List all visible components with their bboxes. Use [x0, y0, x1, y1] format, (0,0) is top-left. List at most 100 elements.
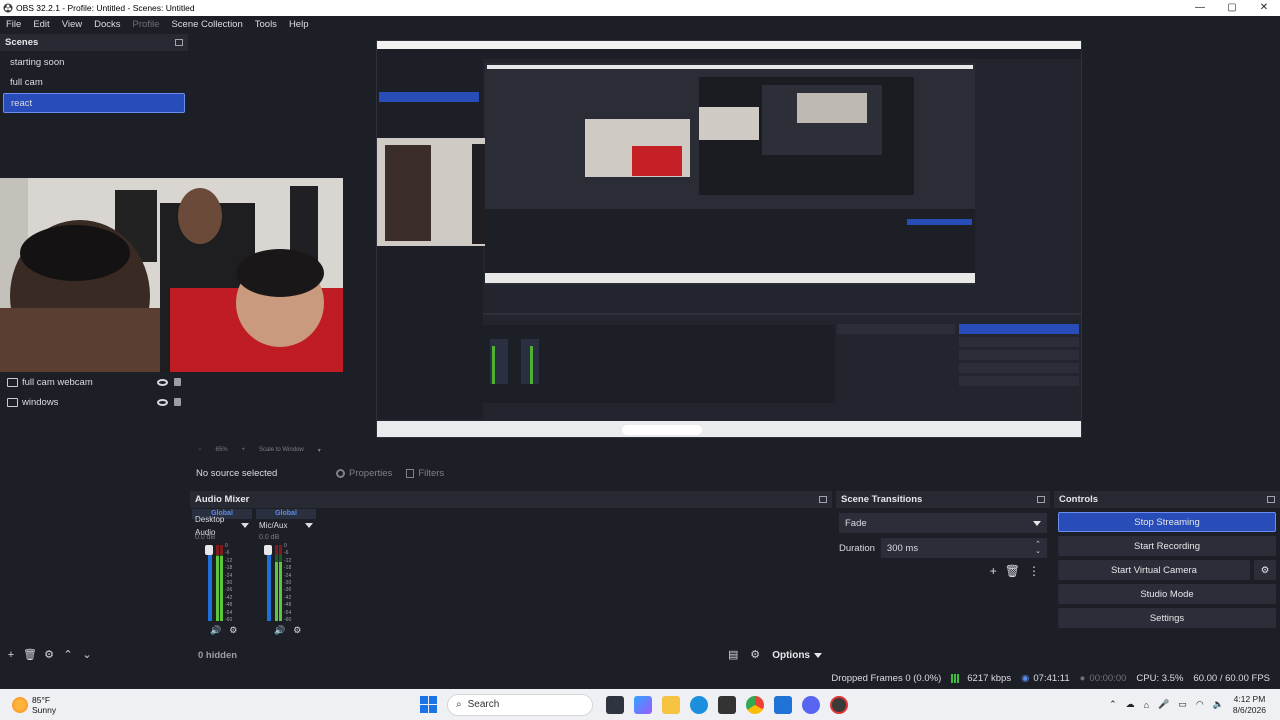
visibility-eye-icon[interactable] — [157, 378, 168, 386]
task-view-icon[interactable] — [606, 695, 624, 714]
zoom-in-icon[interactable]: + — [242, 447, 246, 453]
file-explorer-icon[interactable] — [662, 695, 680, 714]
lock-icon[interactable] — [174, 378, 181, 386]
scale-mode[interactable]: Scale to Window — [259, 447, 304, 453]
close-button[interactable]: ✕ — [1248, 0, 1280, 16]
menu-scene-collection[interactable]: Scene Collection — [165, 19, 248, 30]
clock-date: 8/6/2026 — [1232, 704, 1266, 715]
volume-fader-knob[interactable] — [264, 545, 272, 555]
obs-icon[interactable] — [830, 695, 848, 714]
menu-view[interactable]: View — [56, 19, 88, 30]
mic-icon[interactable]: 🎤 — [1158, 699, 1169, 710]
move-down-icon[interactable]: ⌄ — [80, 648, 94, 662]
cloud-icon[interactable]: ☁ — [1126, 699, 1135, 710]
channel-name-select[interactable]: Mic/Aux — [256, 519, 316, 532]
audio-mixer-dock: Audio Mixer Global Desktop Audio 0.0 dB … — [190, 491, 832, 644]
duration-input[interactable]: 300 ms ⌃ ⌄ — [880, 538, 1047, 558]
menu-docks[interactable]: Docks — [88, 19, 126, 30]
chevron-down-icon — [241, 523, 249, 528]
chevron-down-icon[interactable]: ▾ — [318, 447, 321, 454]
taskbar-search[interactable]: ⌕ Search — [447, 693, 593, 716]
start-virtual-camera-button[interactable]: Start Virtual Camera — [1058, 560, 1250, 580]
copilot-icon[interactable] — [634, 695, 652, 714]
dock-float-icon[interactable] — [819, 496, 827, 503]
volume-fader-knob[interactable] — [205, 545, 213, 555]
layout-icon[interactable]: ▤ — [726, 648, 740, 662]
add-icon[interactable]: + — [990, 564, 997, 578]
options-button[interactable]: Options — [772, 650, 822, 661]
source-item-full-cam-webcam[interactable]: full cam webcam — [0, 372, 188, 392]
controls-header: Controls — [1054, 491, 1280, 508]
scene-item-starting-soon[interactable]: starting soon — [3, 53, 185, 73]
system-clock[interactable]: 4:12 PM 8/6/2026 — [1233, 694, 1266, 716]
move-up-icon[interactable]: ⌃ — [61, 648, 75, 662]
photos-icon[interactable] — [774, 695, 792, 714]
network-icon[interactable]: ⌂ — [1144, 700, 1149, 710]
menu-tools[interactable]: Tools — [249, 19, 283, 30]
dock-float-icon[interactable] — [1037, 496, 1045, 503]
source-item-windows[interactable]: windows — [0, 392, 188, 412]
volume-icon[interactable]: 🔈 — [1213, 699, 1224, 710]
menu-file[interactable]: File — [0, 19, 27, 30]
lock-icon[interactable] — [174, 398, 181, 406]
mixer-settings-icon[interactable]: ⚙ — [748, 648, 762, 662]
trash-icon[interactable]: 🗑 — [23, 648, 37, 662]
mixer-title: Audio Mixer — [195, 494, 250, 505]
display-icon[interactable]: ▭ — [1178, 699, 1187, 710]
trash-icon[interactable]: 🗑 — [1005, 564, 1020, 578]
volume-fader-track[interactable] — [267, 549, 271, 621]
studio-mode-button[interactable]: Studio Mode — [1058, 584, 1276, 604]
menu-help[interactable]: Help — [283, 19, 315, 30]
more-options-icon[interactable]: ⋮ — [1028, 564, 1040, 578]
wifi-icon[interactable]: ◠ — [1196, 699, 1204, 710]
filters-button[interactable]: Filters — [406, 468, 444, 479]
menu-edit[interactable]: Edit — [27, 19, 55, 30]
duration-label: Duration — [839, 542, 875, 554]
chrome-icon[interactable] — [746, 695, 764, 714]
stop-streaming-button[interactable]: Stop Streaming — [1058, 512, 1276, 532]
properties-button[interactable]: Properties — [336, 468, 392, 479]
duration-row: Duration 300 ms ⌃ ⌄ — [836, 538, 1050, 558]
speaker-icon[interactable]: 🔊 — [210, 625, 221, 636]
settings-button[interactable]: Settings — [1058, 608, 1276, 628]
no-source-label: No source selected — [196, 467, 278, 479]
channel-name-select[interactable]: Desktop Audio — [192, 515, 252, 537]
maximize-button[interactable]: ▢ — [1216, 0, 1248, 16]
gear-icon[interactable]: ⚙ — [229, 625, 237, 636]
source-label: windows — [22, 396, 59, 408]
speaker-icon[interactable]: 🔊 — [274, 625, 285, 636]
windows-taskbar: 85°F Sunny ⌕ Search ⌃ ☁ ⌂ 🎤 ▭ ◠ 🔈 4:12 P… — [0, 689, 1280, 720]
fps: 60.00 / 60.00 FPS — [1193, 672, 1270, 684]
source-label: full cam webcam — [22, 376, 93, 388]
scene-item-react[interactable]: react — [3, 93, 185, 113]
filter-icon — [406, 468, 415, 478]
zoom-out-icon[interactable]: − — [198, 447, 202, 453]
discord-icon[interactable] — [802, 695, 820, 714]
chevron-up-icon[interactable]: ⌃ — [1109, 699, 1117, 710]
dock-float-icon[interactable] — [175, 39, 183, 46]
edge-icon[interactable] — [690, 695, 708, 714]
transition-select[interactable]: Fade — [839, 513, 1047, 533]
gear-icon[interactable]: ⚙ — [293, 625, 301, 636]
weather-widget[interactable]: 85°F Sunny — [0, 695, 420, 715]
volume-fader-track[interactable] — [208, 549, 212, 621]
visibility-eye-icon[interactable] — [157, 398, 168, 406]
window-title: OBS 32.2.1 - Profile: Untitled - Scenes:… — [16, 3, 195, 13]
start-recording-button[interactable]: Start Recording — [1058, 536, 1276, 556]
store-icon[interactable] — [718, 695, 736, 714]
dock-float-icon[interactable] — [1267, 496, 1275, 503]
weather-condition: Sunny — [32, 704, 57, 715]
add-icon[interactable]: + — [4, 648, 18, 662]
clock-time: 4:12 PM — [1233, 693, 1266, 704]
windows-start-icon[interactable] — [420, 696, 437, 713]
minimize-button[interactable]: — — [1184, 0, 1216, 16]
camera-icon — [7, 377, 18, 387]
mixer-channel-mic-aux: Global Mic/Aux 0.0 dB 0 -6 -12 -18 -24 -30 -36… — [256, 509, 316, 641]
menu-profile[interactable]: Profile — [127, 19, 166, 30]
gear-icon[interactable]: ⚙ — [42, 648, 56, 662]
scene-item-full-cam[interactable]: full cam — [3, 73, 185, 93]
spinner-icon[interactable]: ⌃ ⌄ — [1035, 541, 1041, 555]
virtual-camera-settings-icon[interactable]: ⚙ — [1254, 560, 1276, 580]
stream-icon: ◉ — [1021, 672, 1030, 684]
webcam-video-feed — [0, 178, 343, 372]
